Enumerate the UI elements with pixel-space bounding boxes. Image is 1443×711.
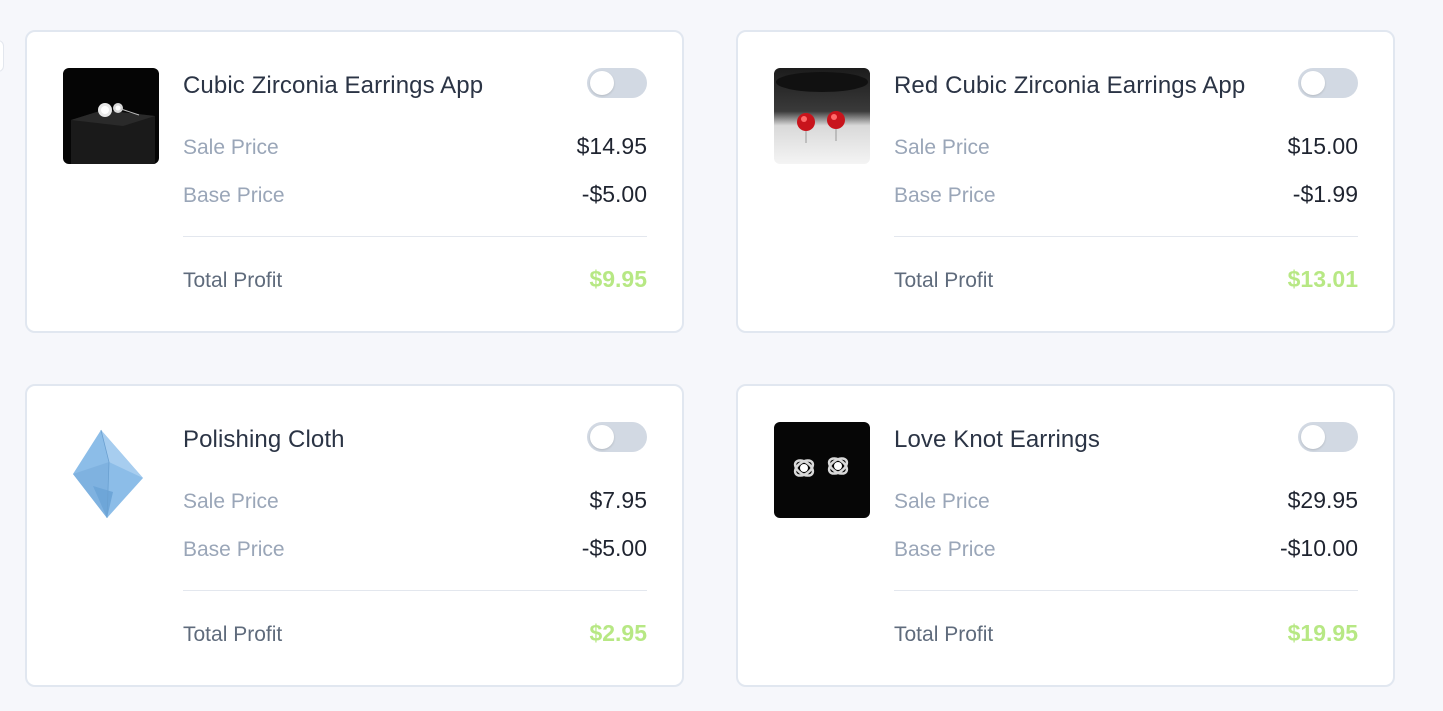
base-price-row: Base Price -$5.00 — [183, 181, 647, 208]
collapsed-panel-edge[interactable] — [0, 40, 4, 72]
base-price-label: Base Price — [183, 184, 285, 207]
sale-price-row: Sale Price $7.95 — [183, 487, 647, 514]
sale-price-label: Sale Price — [894, 136, 990, 159]
product-card: Red Cubic Zirconia Earrings App Sale Pri… — [736, 30, 1395, 333]
sale-price-label: Sale Price — [183, 136, 279, 159]
sale-price-label: Sale Price — [894, 490, 990, 513]
toggle-knob — [1301, 425, 1325, 449]
base-price-row: Base Price -$5.00 — [183, 535, 647, 562]
total-profit-row: Total Profit $19.95 — [894, 620, 1358, 647]
product-enable-toggle[interactable] — [587, 68, 647, 98]
base-price-value: -$5.00 — [581, 535, 647, 561]
base-price-value: -$10.00 — [1279, 535, 1358, 561]
total-profit-row: Total Profit $13.01 — [894, 266, 1358, 293]
product-card: Cubic Zirconia Earrings App Sale Price $… — [25, 30, 684, 333]
divider — [894, 590, 1358, 591]
product-card-grid: Cubic Zirconia Earrings App Sale Price $… — [25, 30, 1395, 687]
sale-price-row: Sale Price $14.95 — [183, 133, 647, 160]
base-price-label: Base Price — [183, 538, 285, 561]
divider — [183, 236, 647, 237]
product-enable-toggle[interactable] — [1298, 68, 1358, 98]
red-cubic-zirconia-earrings-image — [774, 68, 870, 164]
product-title: Polishing Cloth — [183, 426, 345, 453]
sale-price-value: $7.95 — [589, 487, 647, 513]
sale-price-label: Sale Price — [183, 490, 279, 513]
sale-price-value: $15.00 — [1287, 133, 1358, 159]
product-card: Polishing Cloth Sale Price $7.95 Base Pr… — [25, 384, 684, 687]
base-price-value: -$5.00 — [581, 181, 647, 207]
product-title: Love Knot Earrings — [894, 426, 1100, 453]
toggle-knob — [590, 71, 614, 95]
total-profit-row: Total Profit $9.95 — [183, 266, 647, 293]
toggle-knob — [1301, 71, 1325, 95]
total-profit-value: $19.95 — [1287, 620, 1358, 646]
sale-price-row: Sale Price $15.00 — [894, 133, 1358, 160]
total-profit-row: Total Profit $2.95 — [183, 620, 647, 647]
product-enable-toggle[interactable] — [1298, 422, 1358, 452]
total-profit-value: $13.01 — [1287, 266, 1358, 292]
love-knot-earrings-image — [774, 422, 870, 518]
sale-price-value: $29.95 — [1287, 487, 1358, 513]
total-profit-label: Total Profit — [183, 269, 283, 292]
total-profit-label: Total Profit — [183, 623, 283, 646]
sale-price-row: Sale Price $29.95 — [894, 487, 1358, 514]
sale-price-value: $14.95 — [576, 133, 647, 159]
product-card: Love Knot Earrings Sale Price $29.95 Bas… — [736, 384, 1395, 687]
base-price-row: Base Price -$10.00 — [894, 535, 1358, 562]
total-profit-value: $2.95 — [589, 620, 647, 646]
divider — [894, 236, 1358, 237]
divider — [183, 590, 647, 591]
product-enable-toggle[interactable] — [587, 422, 647, 452]
toggle-knob — [590, 425, 614, 449]
total-profit-label: Total Profit — [894, 269, 994, 292]
cubic-zirconia-earrings-image — [63, 68, 159, 164]
base-price-value: -$1.99 — [1292, 181, 1358, 207]
base-price-row: Base Price -$1.99 — [894, 181, 1358, 208]
product-title: Red Cubic Zirconia Earrings App — [894, 72, 1246, 99]
total-profit-value: $9.95 — [589, 266, 647, 292]
base-price-label: Base Price — [894, 538, 996, 561]
product-title: Cubic Zirconia Earrings App — [183, 72, 484, 99]
base-price-label: Base Price — [894, 184, 996, 207]
polishing-cloth-image — [63, 422, 159, 518]
total-profit-label: Total Profit — [894, 623, 994, 646]
